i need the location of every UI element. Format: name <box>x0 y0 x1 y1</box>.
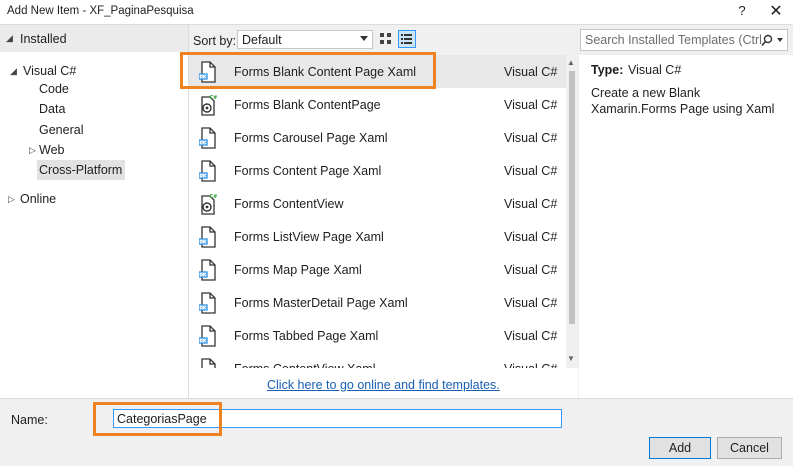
close-button[interactable]: ✕ <box>763 1 789 21</box>
svg-text:<>: <> <box>200 173 207 178</box>
grid-view-icon[interactable] <box>378 31 394 47</box>
template-language: Visual C# <box>504 65 558 79</box>
template-name: Forms Tabbed Page Xaml <box>234 329 379 343</box>
template-language: Visual C# <box>504 164 558 178</box>
template-item[interactable]: <> Forms Map Page Xaml Visual C# <box>189 253 566 286</box>
svg-text:C#: C# <box>210 194 218 200</box>
svg-text:<>: <> <box>200 338 207 343</box>
name-label: Name: <box>11 413 48 427</box>
highlight-box <box>180 52 436 89</box>
xaml-page-icon: <> <box>199 292 216 314</box>
tree-item-data[interactable]: Data <box>39 102 65 116</box>
collapse-arrow-icon[interactable]: ▷ <box>29 145 36 156</box>
template-language: Visual C# <box>504 131 558 145</box>
csharp-page-icon: C# <box>201 95 218 116</box>
chevron-down-icon <box>360 36 368 41</box>
add-button[interactable]: Add <box>649 437 711 459</box>
tree-item-code[interactable]: Code <box>39 82 69 96</box>
xaml-page-icon: <> <box>201 358 216 368</box>
search-input[interactable]: Search Installed Templates (Ctrl+E) <box>585 33 761 47</box>
tree-item-visual-csharp[interactable]: Visual C# <box>23 64 76 78</box>
template-name: Forms ContentView <box>234 197 344 211</box>
template-language: Visual C# <box>504 296 558 310</box>
sort-label: Sort by: <box>193 34 237 48</box>
svg-text:<>: <> <box>200 305 207 310</box>
template-item[interactable]: <> Forms Carousel Page Xaml Visual C# <box>189 121 566 154</box>
scroll-down-icon[interactable]: ▼ <box>567 354 575 363</box>
template-name: Forms Blank ContentPage <box>234 98 381 112</box>
template-item[interactable]: <> Forms Tabbed Page Xaml Visual C# <box>189 319 566 352</box>
template-list: <> Forms Blank Content Page Xaml Visual C#… <box>189 55 566 368</box>
scroll-up-icon[interactable]: ▲ <box>567 58 575 67</box>
xaml-page-icon: <> <box>199 226 216 248</box>
xaml-page-icon: <> <box>199 160 216 182</box>
template-language: Visual C# <box>504 230 558 244</box>
template-item[interactable]: <> Forms Content Page Xaml Visual C# <box>189 154 566 187</box>
csharp-page-icon: C# <box>201 194 218 215</box>
help-button[interactable]: ? <box>732 3 752 18</box>
category-tree <box>0 25 189 398</box>
tree-label-installed: Installed <box>20 32 67 46</box>
template-language: Visual C# <box>504 98 558 112</box>
xaml-page-icon: <> <box>199 127 216 149</box>
list-view-icon <box>401 34 412 44</box>
template-language: Visual C# <box>504 263 558 277</box>
tree-item-online[interactable]: Online <box>20 192 56 206</box>
template-description: Create a new Blank Xamarin.Forms Page us… <box>591 86 775 116</box>
type-label: Type: <box>591 63 624 77</box>
highlight-box <box>93 402 222 436</box>
svg-text:C#: C# <box>210 95 218 101</box>
xaml-page-icon: <> <box>199 325 216 347</box>
find-templates-online-link[interactable]: Click here to go online and find templat… <box>267 378 500 392</box>
template-language: Visual C# <box>504 329 558 343</box>
type-value: Visual C# <box>628 63 682 77</box>
collapse-arrow-icon[interactable]: ▷ <box>8 194 15 205</box>
xaml-page-icon: <> <box>199 259 216 281</box>
template-name: Forms Carousel Page Xaml <box>234 131 388 145</box>
sort-dropdown[interactable]: Default <box>237 30 373 49</box>
svg-text:<>: <> <box>200 272 207 277</box>
template-name: Forms Content Page Xaml <box>234 164 382 178</box>
expand-arrow-icon[interactable]: ◢ <box>10 66 17 77</box>
tree-item-general[interactable]: General <box>39 123 83 137</box>
template-language: Visual C# <box>504 197 558 211</box>
search-options-dropdown-icon[interactable] <box>777 38 783 42</box>
template-item[interactable]: <>Forms ContentView XamlVisual C# <box>189 352 566 368</box>
template-name: Forms Map Page Xaml <box>234 263 362 277</box>
sort-value: Default <box>242 33 282 47</box>
window-title: Add New Item - XF_PaginaPesquisa <box>7 5 194 17</box>
template-name: Forms MasterDetail Page Xaml <box>234 296 408 310</box>
scrollbar-thumb[interactable] <box>569 71 575 324</box>
search-box[interactable]: Search Installed Templates (Ctrl+E) <box>580 29 788 51</box>
template-item[interactable]: C# Forms Blank ContentPage Visual C# <box>189 88 566 121</box>
cancel-button[interactable]: Cancel <box>717 437 782 459</box>
tree-item-cross-platform[interactable]: Cross-Platform <box>39 163 122 177</box>
template-item[interactable]: <> Forms ListView Page Xaml Visual C# <box>189 220 566 253</box>
template-item[interactable]: C# Forms ContentView Visual C# <box>189 187 566 220</box>
svg-text:<>: <> <box>200 239 207 244</box>
search-icon[interactable] <box>761 34 773 47</box>
expand-arrow-icon[interactable]: ◢ <box>6 33 13 44</box>
template-name: Forms ListView Page Xaml <box>234 230 384 244</box>
list-view-button[interactable] <box>398 30 416 48</box>
tree-item-web[interactable]: Web <box>39 143 64 157</box>
template-item[interactable]: <> Forms MasterDetail Page Xaml Visual C# <box>189 286 566 319</box>
svg-text:<>: <> <box>200 140 207 145</box>
